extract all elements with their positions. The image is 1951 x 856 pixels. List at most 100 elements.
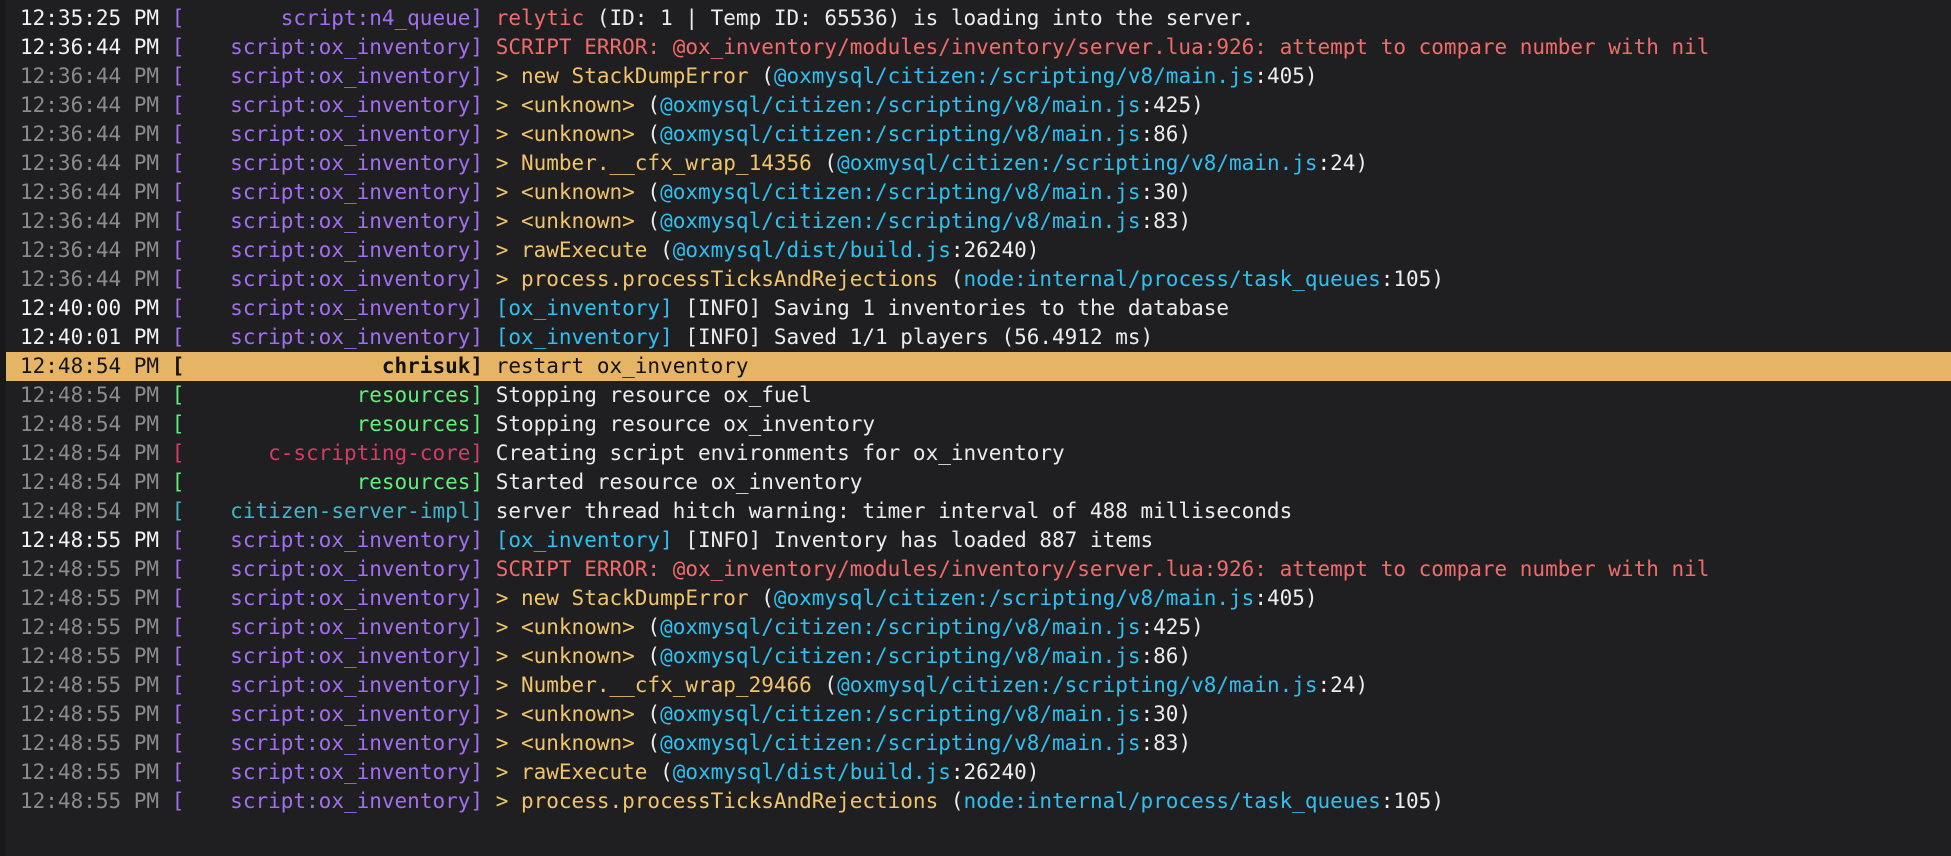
log-source: citizen-server-impl (230, 499, 471, 523)
message-text: ( (634, 122, 661, 146)
source-bracket-close: ] (470, 35, 484, 59)
error-text: SCRIPT ERROR: @ox_inventory/modules/inve… (495, 557, 1710, 581)
error-text: relytic (495, 6, 585, 30)
stack-function: > rawExecute (495, 238, 648, 262)
message-text: ( (748, 586, 774, 610)
log-source: script:ox_inventory (230, 644, 471, 668)
log-line: 12:36:44 PM [script:ox_inventory] > Numb… (6, 149, 1951, 178)
log-message: > <unknown> (@oxmysql/citizen:/scripting… (496, 702, 1191, 726)
file-path-link[interactable]: node:internal/process/task_queues (964, 267, 1381, 291)
file-path-link[interactable]: @oxmysql/dist/build.js (673, 238, 951, 262)
log-source: script:ox_inventory (230, 673, 471, 697)
message-text: ( (811, 151, 838, 175)
log-timestamp: 12:48:55 PM (20, 702, 160, 726)
log-timestamp: 12:48:54 PM (20, 383, 160, 407)
log-timestamp: 12:48:54 PM (20, 354, 160, 378)
log-timestamp: 12:48:55 PM (20, 760, 160, 784)
message-text: :26240) (950, 238, 1040, 262)
log-message: Stopping resource ox_fuel (496, 383, 812, 407)
message-text: Started resource ox_inventory (495, 470, 863, 494)
log-message: [ox_inventory] [INFO] Saved 1/1 players … (496, 325, 1153, 349)
log-timestamp: 12:48:55 PM (20, 731, 160, 755)
log-source: script:ox_inventory (230, 615, 471, 639)
log-line: 12:36:44 PM [script:ox_inventory] > <unk… (6, 120, 1951, 149)
file-path-link[interactable]: @oxmysql/dist/build.js (673, 760, 951, 784)
stack-function: > new StackDumpError (495, 586, 749, 610)
log-source: script:ox_inventory (230, 760, 471, 784)
error-text: SCRIPT ERROR: @ox_inventory/modules/inve… (495, 35, 1710, 59)
message-text: [INFO] Inventory has loaded 887 items (672, 528, 1154, 552)
source-bracket-close: ] (470, 354, 484, 378)
log-message: > <unknown> (@oxmysql/citizen:/scripting… (496, 731, 1191, 755)
message-text: :86) (1140, 644, 1192, 668)
message-text: ( (647, 760, 673, 784)
message-text: ( (634, 615, 661, 639)
source-bracket-close: ] (470, 673, 484, 697)
log-source: resources (356, 412, 471, 436)
log-source: script:ox_inventory (230, 731, 471, 755)
log-line: 12:40:01 PM [script:ox_inventory] [ox_in… (6, 323, 1951, 352)
log-message: Creating script environments for ox_inve… (496, 441, 1065, 465)
file-path-link[interactable]: @oxmysql/citizen:/scripting/v8/main.js (837, 673, 1317, 697)
source-bracket-open: [ (171, 296, 185, 320)
stack-function: > <unknown> (495, 180, 635, 204)
log-source: script:ox_inventory (230, 93, 471, 117)
file-path-link[interactable]: @oxmysql/citizen:/scripting/v8/main.js (660, 180, 1140, 204)
log-message: > Number.__cfx_wrap_29466 (@oxmysql/citi… (496, 673, 1368, 697)
log-message: > <unknown> (@oxmysql/citizen:/scripting… (496, 122, 1191, 146)
log-line: 12:36:44 PM [script:ox_inventory] SCRIPT… (6, 33, 1951, 62)
log-message: > process.processTicksAndRejections (nod… (496, 789, 1444, 813)
log-source: script:ox_inventory (230, 35, 471, 59)
message-text: Creating script environments for ox_inve… (495, 441, 1065, 465)
file-path-link[interactable]: @oxmysql/citizen:/scripting/v8/main.js (660, 93, 1140, 117)
source-bracket-open: [ (171, 180, 185, 204)
file-path-link[interactable]: @oxmysql/citizen:/scripting/v8/main.js (660, 615, 1140, 639)
log-message: SCRIPT ERROR: @ox_inventory/modules/inve… (496, 557, 1710, 581)
log-timestamp: 12:48:55 PM (20, 557, 160, 581)
resource-tag: [ox_inventory] (495, 296, 673, 320)
log-line: 12:36:44 PM [script:ox_inventory] > <unk… (6, 207, 1951, 236)
file-path-link[interactable]: @oxmysql/citizen:/scripting/v8/main.js (660, 122, 1140, 146)
source-bracket-open: [ (171, 441, 185, 465)
file-path-link[interactable]: @oxmysql/citizen:/scripting/v8/main.js (774, 64, 1254, 88)
source-bracket-close: ] (470, 789, 484, 813)
log-timestamp: 12:48:55 PM (20, 586, 160, 610)
source-bracket-close: ] (470, 238, 484, 262)
stack-function: > Number.__cfx_wrap_14356 (495, 151, 812, 175)
server-console-log[interactable]: 12:35:25 PM [script:n4_queue] relytic (I… (0, 0, 1951, 856)
file-path-link[interactable]: @oxmysql/citizen:/scripting/v8/main.js (774, 586, 1254, 610)
file-path-link[interactable]: @oxmysql/citizen:/scripting/v8/main.js (660, 209, 1140, 233)
source-bracket-open: [ (171, 209, 185, 233)
file-path-link[interactable]: @oxmysql/citizen:/scripting/v8/main.js (660, 702, 1140, 726)
log-source: script:ox_inventory (230, 789, 471, 813)
log-source: script:ox_inventory (230, 64, 471, 88)
log-timestamp: 12:36:44 PM (20, 122, 160, 146)
file-path-link[interactable]: @oxmysql/citizen:/scripting/v8/main.js (660, 731, 1140, 755)
log-line: 12:36:44 PM [script:ox_inventory] > new … (6, 62, 1951, 91)
log-message: > <unknown> (@oxmysql/citizen:/scripting… (496, 180, 1191, 204)
log-line: 12:48:54 PM [c-scripting-core] Creating … (6, 439, 1951, 468)
log-source: resources (356, 470, 471, 494)
message-text: ( (938, 789, 964, 813)
log-line: 12:48:55 PM [script:ox_inventory] SCRIPT… (6, 555, 1951, 584)
log-line: 12:36:44 PM [script:ox_inventory] > rawE… (6, 236, 1951, 265)
stack-function: > <unknown> (495, 702, 635, 726)
stack-function: > <unknown> (495, 122, 635, 146)
log-line: 12:48:55 PM [script:ox_inventory] > rawE… (6, 758, 1951, 787)
log-timestamp: 12:35:25 PM (20, 6, 160, 30)
message-text: ( (634, 731, 661, 755)
resource-tag: [ox_inventory] (495, 528, 673, 552)
log-timestamp: 12:48:55 PM (20, 673, 160, 697)
stack-function: > process.processTicksAndRejections (495, 267, 939, 291)
file-path-link[interactable]: node:internal/process/task_queues (964, 789, 1381, 813)
log-message: > rawExecute (@oxmysql/dist/build.js:262… (496, 238, 1040, 262)
file-path-link[interactable]: @oxmysql/citizen:/scripting/v8/main.js (837, 151, 1317, 175)
source-bracket-open: [ (171, 151, 185, 175)
source-bracket-open: [ (171, 789, 185, 813)
stack-function: > <unknown> (495, 731, 635, 755)
source-bracket-open: [ (171, 673, 185, 697)
source-bracket-close: ] (470, 760, 484, 784)
message-text: :105) (1380, 789, 1444, 813)
file-path-link[interactable]: @oxmysql/citizen:/scripting/v8/main.js (660, 644, 1140, 668)
source-bracket-close: ] (470, 93, 484, 117)
